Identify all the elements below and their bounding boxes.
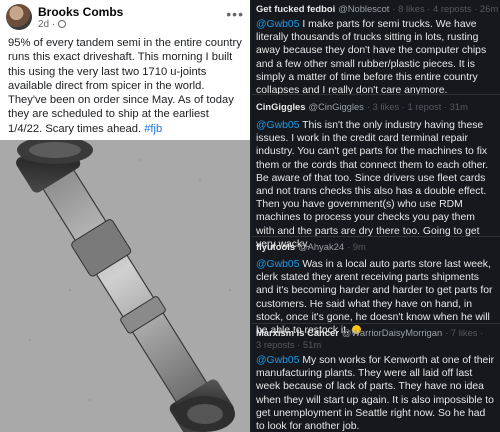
reply-text: @Gwb05 I make parts for semi trucks. We … (256, 18, 496, 97)
driveshaft-image (0, 133, 250, 432)
post-meta: 2d · (38, 19, 67, 30)
twitter-thread: Get fucked fedboi @Noblescot · 8 likes · 4… (252, 0, 500, 432)
avatar[interactable] (6, 4, 32, 30)
ellipsis-icon[interactable]: ••• (226, 6, 244, 22)
reply-text: @Gwb05 This isn't the only industry havi… (256, 119, 496, 251)
display-name[interactable]: flyufools (256, 241, 295, 252)
display-name[interactable]: Get fucked fedboi (256, 3, 335, 14)
mention-link[interactable]: @Gwb05 (256, 120, 299, 131)
post-body: 95% of every tandem semi in the entire c… (8, 37, 242, 135)
user-handle[interactable]: @Noblescot (338, 3, 389, 14)
reply-stats: · 7 likes · (445, 327, 484, 338)
reply-stats-continued: 3 reposts · 51m (256, 339, 322, 350)
reply-header: CinGiggles @CinGiggles · 3 likes · 1 repos… (256, 101, 496, 113)
reply-body: I make parts for semi trucks. We have li… (256, 19, 487, 97)
user-handle[interactable]: @CinGiggles (308, 101, 363, 112)
reply-header: Marxism Is Cancer @WarriorDaisyMorrigan · … (256, 327, 496, 339)
divider (252, 323, 500, 324)
mention-link[interactable]: @Gwb05 (256, 259, 299, 270)
reply-header: flyufools @Ahyak24 · 9m (256, 241, 496, 253)
hashtag-link[interactable]: #fjb (144, 123, 162, 135)
divider (252, 236, 500, 237)
author-name[interactable]: Brooks Combs (38, 5, 123, 19)
mention-link[interactable]: @Gwb05 (256, 19, 299, 30)
post-text: 95% of every tandem semi in the entire c… (8, 36, 244, 136)
reply-header: Get fucked fedboi @Noblescot · 8 likes · 4… (256, 3, 499, 15)
display-name[interactable]: Marxism Is Cancer (256, 327, 339, 338)
facebook-post: Brooks Combs 2d · ••• 95% of every tande… (0, 0, 250, 432)
driveshaft-photo[interactable] (0, 133, 250, 432)
reply-body: This isn't the only industry having thes… (256, 120, 489, 250)
divider (252, 94, 500, 95)
reply-text: @Gwb05 My son works for Kenworth at one … (256, 354, 496, 432)
user-handle[interactable]: @Ahyak24 (298, 241, 344, 252)
user-handle[interactable]: @WarriorDaisyMorrigan (342, 327, 442, 338)
reply-stats: · 3 likes · 1 repost · 31m (366, 101, 468, 112)
reply-body: My son works for Kenworth at one of thei… (256, 355, 495, 432)
reply-text: @Gwb05 Was in a local auto parts store l… (256, 258, 496, 337)
post-header: Brooks Combs 2d · ••• (6, 4, 246, 32)
globe-icon (58, 20, 67, 28)
display-name[interactable]: CinGiggles (256, 101, 305, 112)
reply-stats: · 8 likes · 4 reposts · 26m (392, 3, 499, 14)
mention-link[interactable]: @Gwb05 (256, 355, 299, 366)
reply-stats: · 9m (347, 241, 366, 252)
post-time[interactable]: 2d · (38, 19, 55, 30)
reply-body: Was in a local auto parts store last wee… (256, 259, 493, 337)
